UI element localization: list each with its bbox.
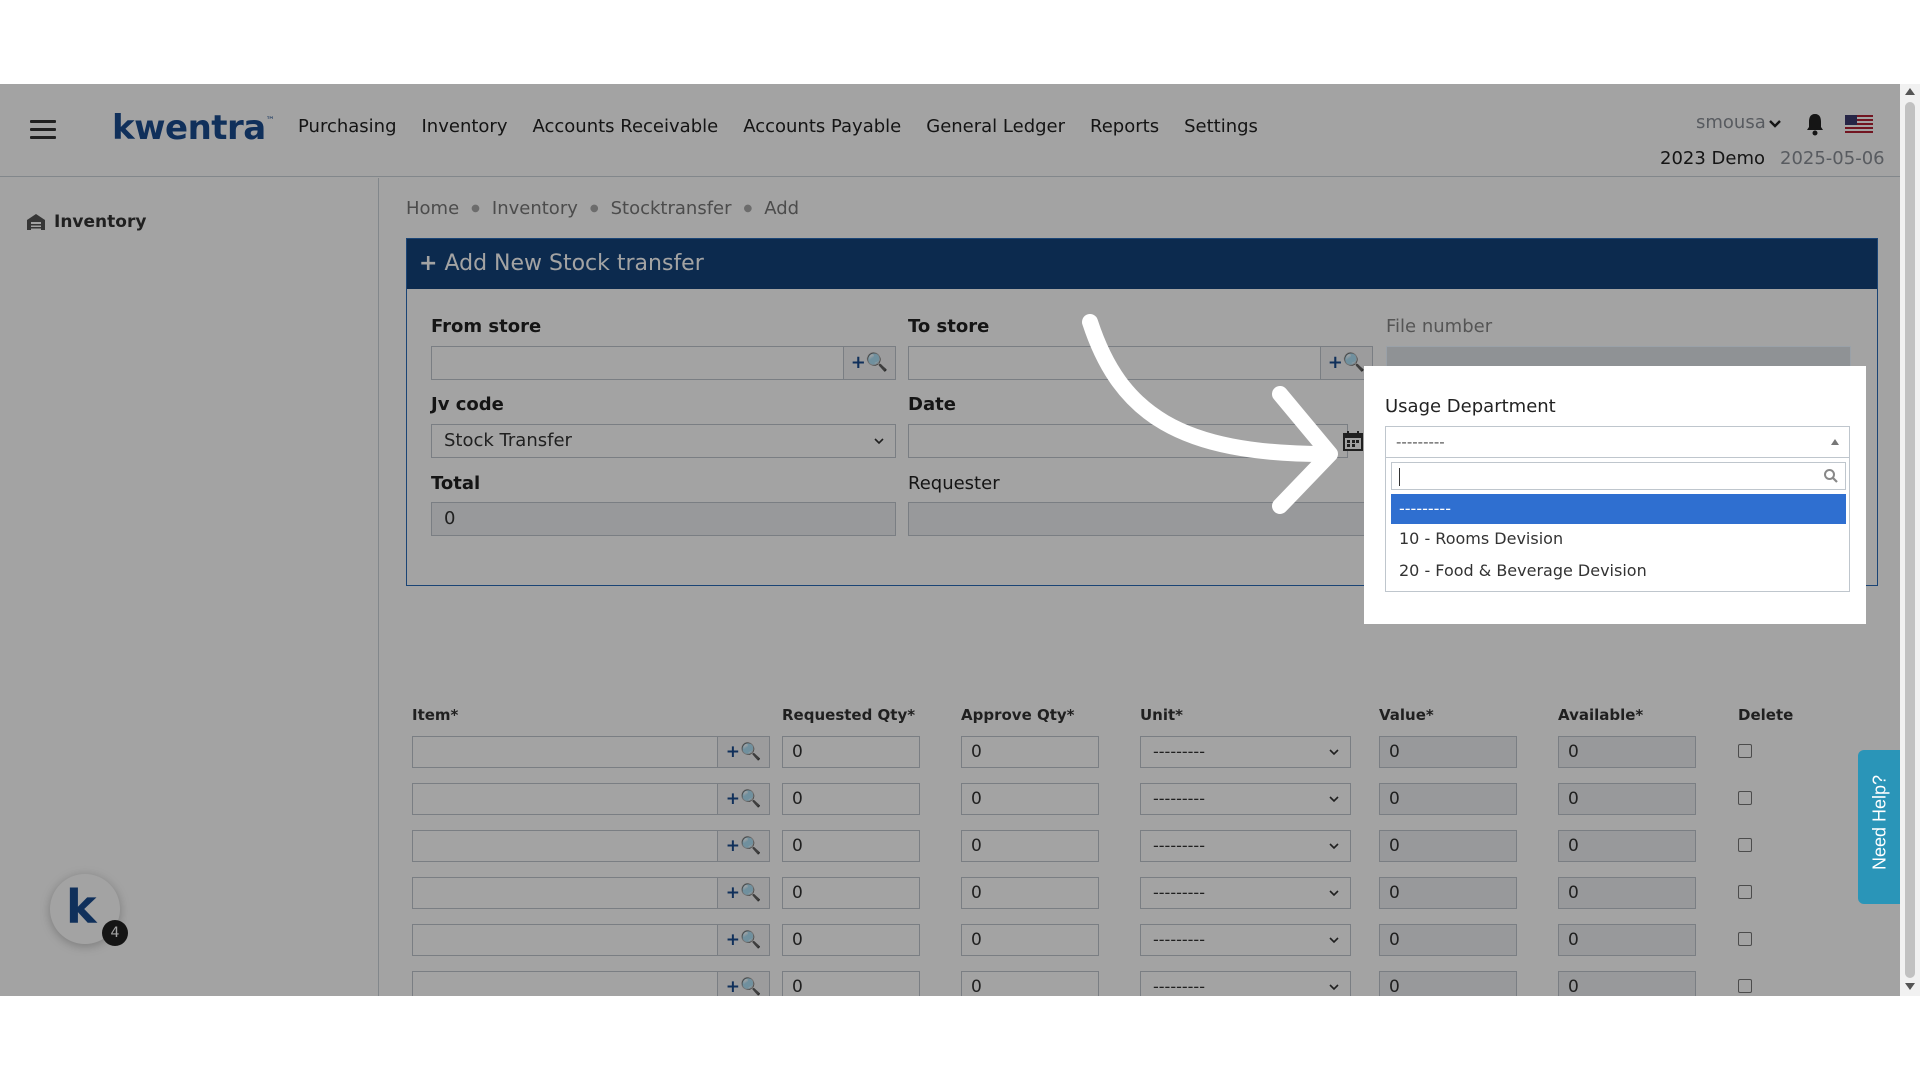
- usage-department-dropdown: --------- 10 - Rooms Devision 20 - Food …: [1385, 458, 1850, 592]
- app-window: kwentra™ Purchasing Inventory Accounts R…: [0, 84, 1920, 996]
- scroll-up-icon[interactable]: [1905, 88, 1915, 95]
- arrow-annotation-icon: [1082, 314, 1338, 514]
- search-icon: [1824, 469, 1838, 483]
- file-number-label: File number: [1386, 316, 1493, 337]
- need-help-label: Need Help?: [1869, 774, 1890, 871]
- usage-department-select[interactable]: ---------: [1385, 426, 1850, 458]
- chevron-up-icon: [1831, 439, 1839, 445]
- page-scrollbar[interactable]: [1900, 84, 1920, 996]
- scroll-down-icon[interactable]: [1905, 983, 1915, 990]
- need-help-tab[interactable]: Need Help?: [1858, 750, 1900, 904]
- scrollbar-thumb[interactable]: [1905, 102, 1915, 978]
- dropdown-search-input[interactable]: [1391, 462, 1846, 490]
- usage-department-label: Usage Department: [1385, 396, 1556, 417]
- dropdown-option-food-beverage[interactable]: 20 - Food & Beverage Devision: [1391, 556, 1846, 586]
- usage-department-value: ---------: [1396, 433, 1445, 451]
- dropdown-option-empty[interactable]: ---------: [1391, 494, 1846, 524]
- usage-department-highlight: Usage Department --------- --------- 10 …: [1364, 366, 1866, 624]
- text-caret: [1399, 468, 1400, 486]
- dropdown-option-rooms[interactable]: 10 - Rooms Devision: [1391, 524, 1846, 554]
